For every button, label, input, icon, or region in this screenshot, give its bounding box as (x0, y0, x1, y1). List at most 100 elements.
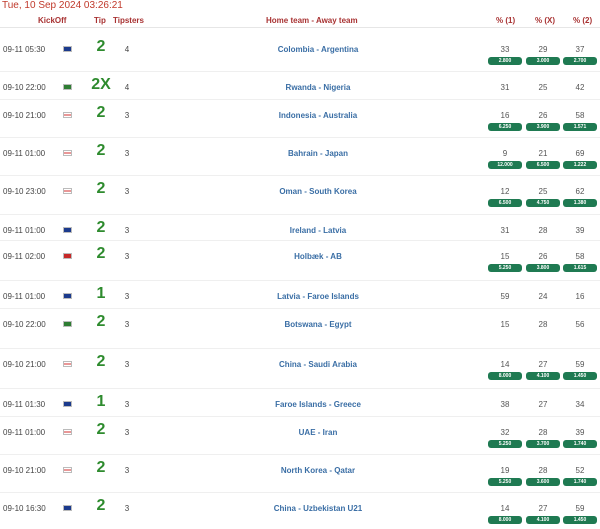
pct-p1: 59 (500, 292, 510, 301)
pct-px: 26 (538, 252, 548, 261)
header-teams[interactable]: Home team - Away team (266, 16, 358, 25)
odds-badge[interactable]: 5.250 (488, 440, 522, 448)
match-row[interactable]: 09-11 01:00 2 3 Bahrain - Japan 9 21 69 12.000 6… (0, 139, 600, 169)
pct-p1: 31 (500, 83, 510, 92)
tip-value: 1 (96, 285, 106, 302)
kickoff-time: 09-10 16:30 (3, 504, 46, 513)
header-pct-away[interactable]: % (2) (573, 16, 592, 25)
odds-badge[interactable]: 6.500 (526, 161, 560, 169)
match-link[interactable]: Botswana - Egypt (208, 320, 428, 329)
match-row[interactable]: 09-10 21:00 2 3 China - Saudi Arabia 14 27 59 8… (0, 350, 600, 380)
odds-badge[interactable]: 4.750 (526, 199, 560, 207)
odds-badge[interactable]: 3.900 (526, 123, 560, 131)
match-link[interactable]: China - Uzbekistan U21 (208, 504, 428, 513)
odds-badge[interactable]: 1.571 (563, 123, 597, 131)
kickoff-time: 09-10 23:00 (3, 187, 46, 196)
odds-badge[interactable]: 1.450 (563, 516, 597, 524)
match-link[interactable]: Faroe Islands - Greece (208, 400, 428, 409)
odds-badge[interactable]: 3.000 (526, 57, 560, 65)
odds-badge[interactable]: 1.740 (563, 478, 597, 486)
header-pct-draw[interactable]: % (X) (535, 16, 555, 25)
header-tip[interactable]: Tip (94, 16, 106, 25)
odds-badge[interactable]: 8.000 (488, 516, 522, 524)
match-link[interactable]: Ireland - Latvia (208, 226, 428, 235)
kickoff-time: 09-10 22:00 (3, 83, 46, 92)
tipsters-count: 3 (124, 111, 130, 120)
flag-icon (63, 505, 72, 511)
tip-value: 2 (96, 219, 106, 236)
pct-p2: 52 (575, 466, 585, 475)
match-link[interactable]: Rwanda - Nigeria (208, 83, 428, 92)
odds-badge[interactable]: 3.800 (526, 264, 560, 272)
pct-p2: 39 (575, 226, 585, 235)
flag-icon (63, 429, 72, 435)
odds-badge[interactable]: 3.700 (526, 440, 560, 448)
match-row[interactable]: 09-11 05:30 2 4 Colombia - Argentina 33 29 37 2… (0, 35, 600, 65)
tip-value: 2 (96, 104, 106, 121)
tip-value: 2 (96, 353, 106, 370)
pct-px: 29 (538, 45, 548, 54)
odds-badge[interactable]: 8.000 (488, 372, 522, 380)
odds-badge[interactable]: 4.100 (526, 516, 560, 524)
match-row[interactable]: 09-10 16:30 2 3 China - Uzbekistan U21 14 27 5… (0, 494, 600, 524)
match-link[interactable]: Colombia - Argentina (208, 45, 428, 54)
match-row[interactable]: 09-10 22:00 2 3 Botswana - Egypt 15 28 56 (0, 310, 600, 340)
match-row[interactable]: 09-10 23:00 2 3 Oman - South Korea 12 25 62 6.5… (0, 177, 600, 207)
row-divider (0, 280, 600, 281)
pct-p1: 15 (500, 320, 510, 329)
odds-badge[interactable]: 1.380 (563, 199, 597, 207)
pct-px: 28 (538, 320, 548, 329)
pct-p2: 59 (575, 360, 585, 369)
kickoff-time: 09-11 02:00 (3, 252, 46, 261)
row-divider (0, 416, 600, 417)
match-link[interactable]: Holbæk - AB (208, 252, 428, 261)
header-kickoff[interactable]: KickOff (38, 16, 66, 25)
kickoff-time: 09-10 21:00 (3, 111, 46, 120)
header-pct-home[interactable]: % (1) (496, 16, 515, 25)
match-link[interactable]: North Korea - Qatar (208, 466, 428, 475)
pct-p2: 56 (575, 320, 585, 329)
tipsters-count: 4 (124, 45, 130, 54)
odds-badge[interactable]: 2.700 (563, 57, 597, 65)
row-divider (0, 240, 600, 241)
pct-p2: 42 (575, 83, 585, 92)
header-tipsters[interactable]: Tipsters (113, 16, 144, 25)
pct-p1: 15 (500, 252, 510, 261)
kickoff-time: 09-10 21:00 (3, 466, 46, 475)
pct-p1: 14 (500, 360, 510, 369)
pct-p1: 19 (500, 466, 510, 475)
odds-badge[interactable]: 4.100 (526, 372, 560, 380)
tip-value: 2 (96, 180, 106, 197)
match-row[interactable]: 09-11 01:00 2 3 UAE - Iran 32 28 39 5.250 3.700 1… (0, 418, 600, 448)
tipsters-count: 3 (124, 149, 130, 158)
tip-value: 2 (96, 459, 106, 476)
match-link[interactable]: Oman - South Korea (208, 187, 428, 196)
tip-value: 2X (91, 76, 111, 93)
odds-badge[interactable]: 1.740 (563, 440, 597, 448)
match-row[interactable]: 09-10 21:00 2 3 Indonesia - Australia 16 26 58… (0, 101, 600, 131)
match-link[interactable]: Latvia - Faroe Islands (208, 292, 428, 301)
match-link[interactable]: Bahrain - Japan (208, 149, 428, 158)
pct-p2: 39 (575, 428, 585, 437)
odds-badge[interactable]: 2.800 (488, 57, 522, 65)
match-row[interactable]: 09-10 21:00 2 3 North Korea - Qatar 19 28 52 5.… (0, 456, 600, 486)
match-link[interactable]: UAE - Iran (208, 428, 428, 437)
odds-badge[interactable]: 5.250 (488, 478, 522, 486)
odds-badge[interactable]: 5.250 (488, 264, 522, 272)
match-link[interactable]: Indonesia - Australia (208, 111, 428, 120)
tip-value: 2 (96, 421, 106, 438)
pct-p2: 69 (575, 149, 585, 158)
pct-p2: 59 (575, 504, 585, 513)
match-link[interactable]: China - Saudi Arabia (208, 360, 428, 369)
odds-badge[interactable]: 6.250 (488, 123, 522, 131)
header-divider (0, 27, 600, 28)
odds-badge[interactable]: 3.600 (526, 478, 560, 486)
odds-badge[interactable]: 1.615 (563, 264, 597, 272)
odds-badge[interactable]: 6.500 (488, 199, 522, 207)
odds-badge[interactable]: 12.000 (488, 161, 522, 169)
odds-badge[interactable]: 1.222 (563, 161, 597, 169)
row-divider (0, 308, 600, 309)
tipsters-count: 3 (124, 428, 130, 437)
odds-badge[interactable]: 1.450 (563, 372, 597, 380)
match-row[interactable]: 09-11 02:00 2 3 Holbæk - AB 15 26 58 5.250 3.800… (0, 242, 600, 272)
